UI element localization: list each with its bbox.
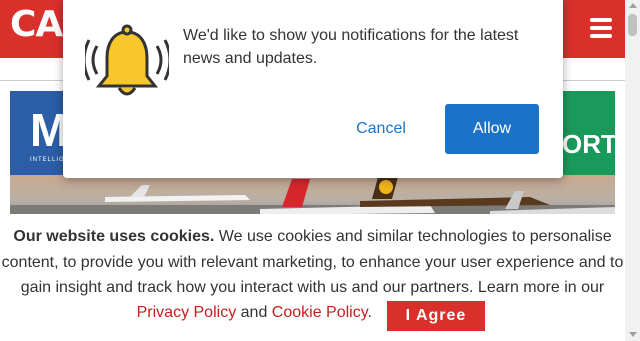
menu-bar (590, 18, 612, 22)
cookie-policy-link[interactable]: Cookie Policy (272, 304, 368, 321)
site-logo[interactable]: CA (10, 4, 63, 45)
notification-cancel-button[interactable]: Cancel (345, 104, 417, 154)
cookie-and-text: and (240, 304, 268, 321)
cookie-consent-banner: Our website uses cookies. We use cookies… (0, 214, 625, 341)
hamburger-menu-icon[interactable] (586, 14, 616, 44)
cookie-message: Our website uses cookies. We use cookies… (0, 224, 625, 301)
menu-bar (590, 26, 612, 30)
cookie-period: . (367, 304, 372, 321)
bell-icon (82, 24, 172, 104)
banner-right-logo: ORT (562, 129, 615, 159)
notification-permission-dialog: We'd like to show you notifications for … (63, 0, 563, 178)
scroll-up-icon[interactable] (629, 3, 637, 8)
banner-right-panel: ORT (555, 91, 615, 175)
notification-allow-button[interactable]: Allow (445, 104, 539, 154)
privacy-policy-link[interactable]: Privacy Policy (137, 304, 237, 321)
menu-bar (590, 34, 612, 38)
scrollbar-thumb[interactable] (628, 14, 637, 36)
vertical-scrollbar[interactable] (625, 0, 640, 341)
cookie-title: Our website uses cookies. (13, 228, 215, 245)
scroll-down-icon[interactable] (629, 332, 637, 337)
notification-message: We'd like to show you notifications for … (183, 27, 519, 67)
cookie-policy-links: Privacy Policy and Cookie Policy. (0, 304, 372, 322)
cookie-agree-button[interactable]: I Agree (387, 301, 485, 331)
